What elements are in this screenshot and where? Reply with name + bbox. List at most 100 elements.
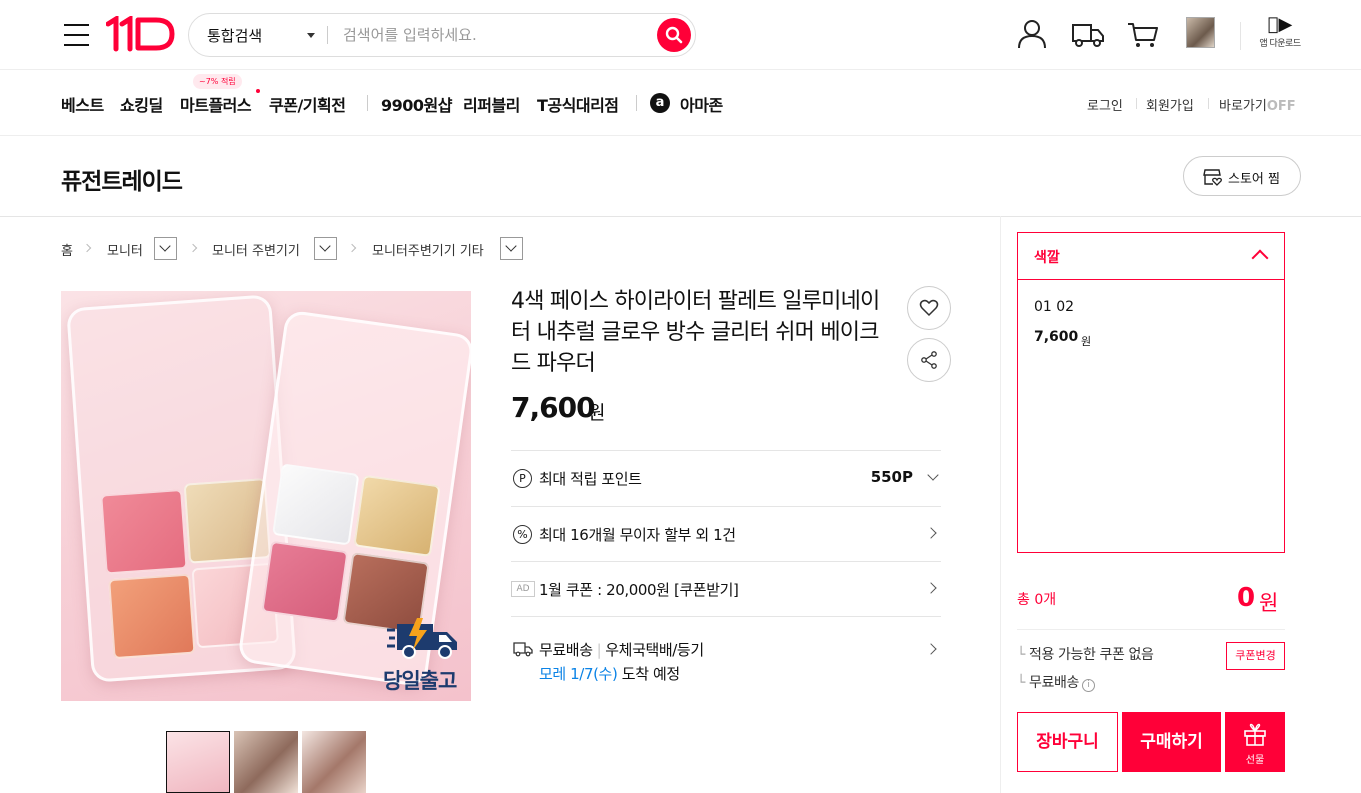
shipping-method: 우체국택배/등기	[605, 641, 704, 659]
breadcrumb-home[interactable]: 홈	[61, 240, 73, 259]
divider	[327, 26, 328, 44]
option-selector: 색깔 01 02 7,600 원	[1017, 232, 1285, 553]
palette-pan	[353, 474, 441, 557]
free-shipping-label: 무료배송	[1029, 675, 1079, 691]
info-icon[interactable]: i	[1081, 679, 1095, 692]
shipping-row[interactable]: 무료배송 | 우체국택배/등기 모레 1/7(수) 도착 예정	[511, 616, 941, 696]
points-label: 최대 적립 포인트	[539, 470, 642, 488]
wishlist-button[interactable]	[907, 286, 951, 330]
search-category[interactable]: 통합검색	[207, 25, 262, 46]
chevron-right-icon	[925, 582, 937, 594]
installment-label: 최대 16개월 무이자 할부 외 1건	[539, 526, 736, 544]
point-icon: P	[513, 469, 532, 488]
total-price: 0	[1237, 583, 1256, 613]
shortcut-toggle[interactable]: 바로가기OFF	[1219, 95, 1296, 114]
search-icon	[665, 26, 683, 44]
chevron-right-icon	[188, 243, 198, 253]
divider	[636, 95, 637, 111]
recent-viewed-thumbnail[interactable]	[1186, 17, 1215, 48]
thumbnail-image[interactable]	[166, 731, 230, 793]
option-price: 7,600	[1034, 329, 1079, 345]
shortcut-state: OFF	[1266, 99, 1296, 114]
app-download-label: 앱 다운로드	[1259, 39, 1301, 49]
option-item[interactable]: 01 02 7,600 원	[1018, 289, 1284, 351]
app-download-link[interactable]: ▶ 앱 다운로드	[1256, 14, 1304, 49]
nav-t-official[interactable]: T공식대리점	[537, 92, 619, 116]
product-price: 7,600	[511, 391, 596, 424]
delivery-eta: 모레 1/7(수) 도착 예정	[539, 663, 680, 684]
chevron-right-icon	[82, 243, 92, 253]
thumbnail-image[interactable]	[302, 731, 366, 793]
search-button[interactable]	[657, 18, 691, 52]
new-dot	[256, 89, 260, 93]
search-bar: 통합검색	[188, 13, 696, 57]
nav-mart-plus[interactable]: 마트플러스	[180, 92, 252, 116]
nav-9900-shop[interactable]: 9900원샵	[381, 92, 452, 116]
share-button[interactable]	[907, 338, 951, 382]
breadcrumb-level2[interactable]: 모니터 주변기기	[212, 240, 300, 259]
share-icon	[921, 351, 937, 369]
free-shipping-label: 무료배송	[539, 641, 593, 659]
shipping-info: 무료배송 | 우체국택배/등기	[539, 641, 704, 659]
caret-down-icon[interactable]	[307, 33, 315, 38]
ad-tag: AD	[511, 581, 535, 597]
heart-icon	[919, 299, 939, 317]
thumbnail-image[interactable]	[234, 731, 298, 793]
store-heart-icon	[1203, 169, 1222, 186]
nav-shocking-deal[interactable]: 쇼킹딜	[120, 92, 163, 116]
option-header[interactable]: 색깔	[1018, 233, 1284, 280]
chevron-up-icon	[1251, 249, 1269, 267]
logo-11st[interactable]	[106, 16, 176, 52]
breadcrumb-dropdown[interactable]	[500, 237, 523, 260]
apple-playstore-icon: ▶	[1268, 14, 1293, 35]
login-link[interactable]: 로그인	[1087, 95, 1123, 114]
store-name[interactable]: 퓨전트레이드	[61, 162, 183, 196]
option-price-unit: 원	[1081, 335, 1092, 348]
amazon-icon[interactable]: a	[650, 93, 670, 113]
divider	[367, 95, 368, 111]
search-input[interactable]	[343, 23, 643, 47]
nav-best[interactable]: 베스트	[61, 92, 104, 116]
percent-icon: %	[513, 525, 532, 544]
delivery-truck-icon[interactable]	[1070, 16, 1106, 52]
chevron-down-icon	[927, 469, 939, 481]
nav-amazon[interactable]: 아마존	[680, 92, 723, 116]
points-row[interactable]: P 최대 적립 포인트 550P	[511, 450, 941, 506]
free-shipping-status: └ 무료배송 i	[1017, 672, 1095, 692]
divider	[1240, 22, 1241, 50]
coupon-status: └ 적용 가능한 쿠폰 없음	[1017, 647, 1154, 663]
product-main-image[interactable]: 당일출고	[61, 291, 471, 701]
main-nav: 베스트 쇼킹딜 ~7% 적립 마트플러스 쿠폰/기획전 9900원샵 리퍼블리 …	[0, 70, 1361, 136]
breadcrumb-dropdown[interactable]	[314, 237, 337, 260]
points-value: 550P	[870, 468, 913, 486]
total-count: 총 0개	[1017, 592, 1057, 608]
coupon-row[interactable]: AD 1월 쿠폰 : 20,000원 [쿠폰받기]	[511, 561, 941, 617]
breadcrumb-level1[interactable]: 모니터	[107, 240, 143, 259]
buy-now-button[interactable]: 구매하기	[1122, 712, 1221, 772]
store-follow-label: 스토어 찜	[1228, 172, 1280, 187]
option-header-label: 색깔	[1034, 250, 1060, 266]
breadcrumb-dropdown[interactable]	[154, 237, 177, 260]
store-follow-button[interactable]: 스토어 찜	[1183, 156, 1301, 196]
gift-button[interactable]: 선물	[1225, 712, 1285, 772]
total-price-unit: 원	[1259, 591, 1279, 615]
user-icon[interactable]	[1014, 16, 1050, 52]
menu-icon[interactable]	[64, 24, 89, 46]
nav-refurbly[interactable]: 리퍼블리	[463, 92, 520, 116]
add-to-cart-button[interactable]: 장바구니	[1017, 712, 1118, 772]
gift-label: 선물	[1245, 755, 1265, 766]
breadcrumb-level3[interactable]: 모니터주변기기 기타	[372, 240, 484, 259]
palette-pan	[261, 540, 349, 623]
product-title: 4색 페이스 하이라이터 팔레트 일루미네이터 내추럴 글로우 방수 글리터 쉬…	[511, 289, 880, 376]
coupon-change-button[interactable]: 쿠폰변경	[1226, 642, 1285, 670]
truck-icon	[513, 642, 533, 657]
price-unit: 원	[588, 402, 606, 424]
signup-link[interactable]: 회원가입	[1146, 95, 1194, 114]
same-day-shipping-caption: 당일출고	[383, 669, 457, 693]
coupon-label: 1월 쿠폰 : 20,000원 [쿠폰받기]	[539, 581, 739, 599]
nav-coupon-events[interactable]: 쿠폰/기획전	[269, 92, 346, 116]
cart-icon[interactable]	[1125, 16, 1161, 52]
installment-row[interactable]: % 최대 16개월 무이자 할부 외 1건	[511, 506, 941, 562]
eta-date: 모레 1/7(수)	[539, 665, 618, 683]
shortcut-label: 바로가기	[1219, 99, 1267, 114]
